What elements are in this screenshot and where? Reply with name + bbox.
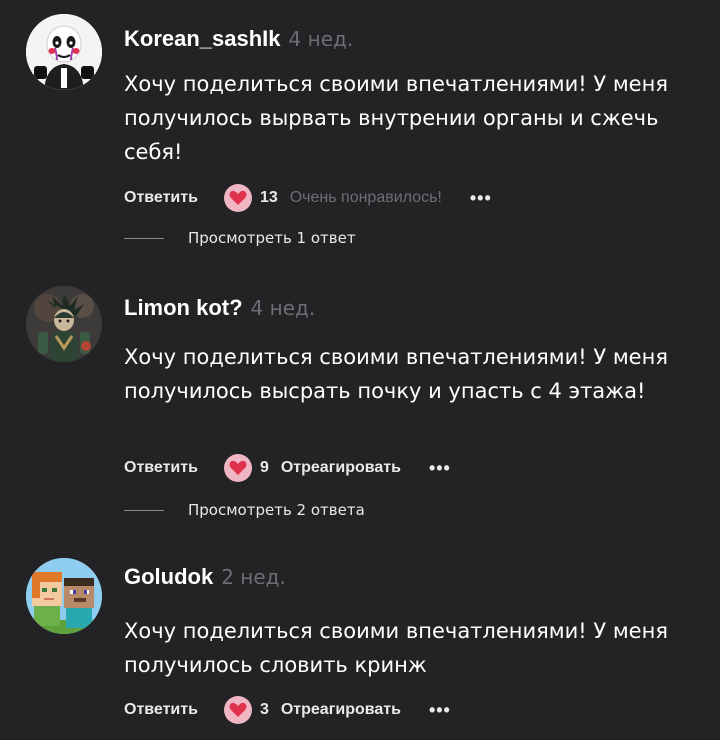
divider	[124, 237, 164, 239]
knight-avatar-image	[26, 286, 102, 362]
ellipsis-icon[interactable]: •••	[470, 188, 492, 209]
comment-header: Goludok 2 нед.	[124, 564, 286, 590]
reply-button[interactable]: Ответить	[124, 459, 198, 477]
reply-button[interactable]: Ответить	[124, 189, 198, 207]
comment-text: Хочу поделиться своими впечатлениями! У …	[124, 72, 668, 164]
view-replies-label: Просмотреть 2 ответа	[188, 501, 365, 519]
comment-actions: Ответить 9 Отреагировать •••	[124, 454, 451, 482]
reply-button[interactable]: Ответить	[124, 701, 198, 719]
view-replies-button[interactable]: Просмотреть 1 ответ	[124, 229, 356, 247]
username[interactable]: Limon kot?	[124, 295, 243, 321]
timestamp: 4 нед.	[250, 296, 316, 320]
avatar[interactable]	[26, 14, 102, 90]
comment-text: Хочу поделиться своими впечатлениями! У …	[124, 619, 668, 677]
puppet-avatar-image	[26, 14, 102, 90]
react-button[interactable]: Отреагировать	[281, 701, 401, 719]
username[interactable]: Korean_sashIk	[124, 26, 281, 52]
heart-icon[interactable]	[223, 696, 252, 724]
comment-actions: Ответить 3 Отреагировать •••	[124, 696, 451, 724]
minecraft-avatar-image	[26, 558, 102, 634]
comment-actions: Ответить 13 Очень понравилось! •••	[124, 184, 492, 212]
avatar[interactable]	[26, 286, 102, 362]
reaction-label[interactable]: Очень понравилось!	[290, 189, 442, 207]
view-replies-button[interactable]: Просмотреть 2 ответа	[124, 501, 365, 519]
ellipsis-icon[interactable]: •••	[429, 700, 451, 721]
comment-header: Limon kot? 4 нед.	[124, 295, 315, 321]
react-button[interactable]: Отреагировать	[281, 459, 401, 477]
reaction-count: 9	[259, 459, 269, 476]
view-replies-label: Просмотреть 1 ответ	[188, 229, 356, 247]
timestamp: 4 нед.	[288, 27, 354, 51]
comment: Goludok 2 нед. Хочу поделиться своими вп…	[0, 540, 720, 740]
comment: Korean_sashIk 4 нед. Хочу поделиться сво…	[0, 0, 720, 270]
comment-text: Хочу поделиться своими впечатлениями! У …	[124, 345, 668, 403]
heart-icon[interactable]	[223, 184, 252, 212]
reaction-count: 13	[259, 189, 278, 206]
comment-header: Korean_sashIk 4 нед.	[124, 26, 353, 52]
ellipsis-icon[interactable]: •••	[429, 458, 451, 479]
heart-icon[interactable]	[223, 454, 252, 482]
comment: Limon kot? 4 нед. Хочу поделиться своими…	[0, 270, 720, 540]
reaction-count: 3	[259, 701, 269, 718]
divider	[124, 509, 164, 511]
avatar[interactable]	[26, 558, 102, 634]
username[interactable]: Goludok	[124, 564, 213, 590]
timestamp: 2 нед.	[221, 565, 286, 589]
